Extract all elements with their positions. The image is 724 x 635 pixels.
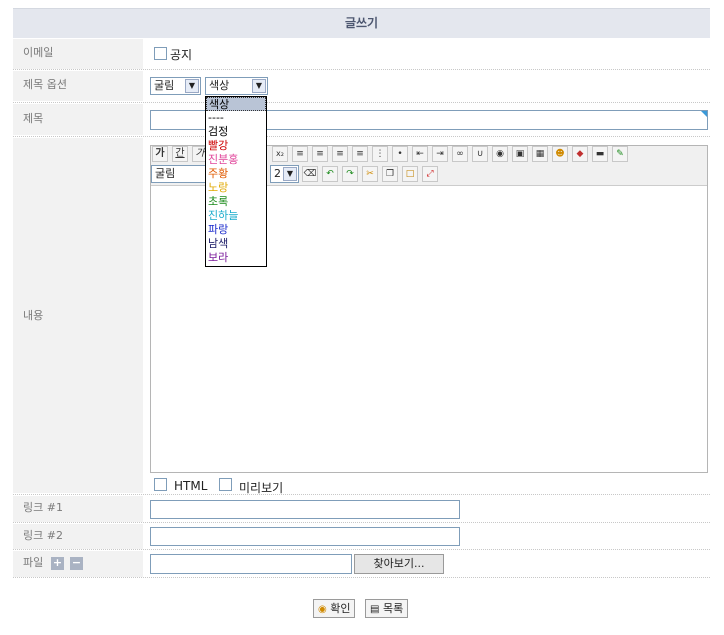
content-label: 내용 [13,138,143,493]
chevron-down-icon: ▼ [283,167,297,181]
title-font-value: 굴림 [154,79,175,92]
color-option[interactable]: 초록 [206,195,266,209]
row-divider [13,494,710,495]
horizontal-rule-icon[interactable]: ▬ [592,146,608,162]
redo-icon[interactable]: ↷ [342,166,358,182]
confirm-button[interactable]: ◉ 확인 [313,599,356,618]
title-option-label: 제목 옵션 [13,71,143,101]
subject-label: 제목 [13,104,143,135]
align-justify-icon[interactable]: ≡ [352,146,368,162]
color-option[interactable]: 색상 [206,97,266,111]
color-option[interactable]: 진하늘 [206,209,266,223]
subscript-icon[interactable]: x₂ [272,146,288,162]
link-icon[interactable]: ∞ [452,146,468,162]
color-option[interactable]: 노랑 [206,181,266,195]
eraser-icon[interactable]: ⌫ [302,166,318,182]
image-icon[interactable]: ▣ [512,146,528,162]
row-divider [13,136,710,137]
resize-corner-icon [701,111,707,117]
notice-checkbox[interactable] [154,47,167,63]
editor-size-value: 2 [274,167,281,180]
underline-button[interactable]: 간 [172,146,188,162]
link1-label: 링크 #1 [13,496,143,522]
chevron-down-icon: ▼ [185,79,199,93]
paste-icon[interactable]: □ [402,166,418,182]
color-option[interactable]: 파랑 [206,223,266,237]
color-dropdown-list: 색상 ---- 검정 빨강 진분홍 주황 노랑 초록 진하늘 파랑 남색 보라 [205,96,267,267]
table-icon[interactable]: ▦ [532,146,548,162]
list-icon: ▤ [370,604,380,615]
chevron-down-icon: ▼ [252,79,266,93]
align-left-icon[interactable]: ≡ [292,146,308,162]
editor-font-select[interactable]: 굴림 [151,165,211,183]
add-file-icon[interactable]: + [51,557,64,570]
ordered-list-icon[interactable]: ⋮ [372,146,388,162]
notice-label: 공지 [170,48,193,62]
link2-input[interactable] [150,527,460,546]
title-color-value: 색상 [209,79,230,92]
title-font-select[interactable]: 굴림 ▼ [150,77,201,95]
special-char-icon[interactable]: ◆ [572,146,588,162]
color-option[interactable]: 보라 [206,251,266,265]
email-label: 이메일 [13,39,143,69]
row-divider [13,577,710,578]
title-color-select[interactable]: 색상 ▼ [205,77,268,95]
link1-input[interactable] [150,500,460,519]
form-header: 글쓰기 [13,8,710,38]
indent-icon[interactable]: ⇥ [432,146,448,162]
row-divider [13,549,710,550]
outdent-icon[interactable]: ⇤ [412,146,428,162]
list-button[interactable]: ▤ 목록 [365,599,409,618]
emoticon-icon[interactable]: ☻ [552,146,568,162]
bold-button[interactable]: 가 [152,146,168,162]
editor-font-value: 굴림 [155,167,176,180]
row-divider [13,69,710,70]
confirm-icon: ◉ [318,604,327,615]
remove-file-icon[interactable]: − [70,557,83,570]
undo-icon[interactable]: ↶ [322,166,338,182]
unlink-icon[interactable]: ∪ [472,146,488,162]
color-option[interactable]: 주황 [206,167,266,181]
edit-pen-icon[interactable]: ✎ [612,146,628,162]
media-icon[interactable]: ◉ [492,146,508,162]
color-option[interactable]: 진분홍 [206,153,266,167]
preview-checkbox[interactable] [219,478,232,494]
align-right-icon[interactable]: ≡ [332,146,348,162]
color-option[interactable]: ---- [206,111,266,125]
color-option[interactable]: 남색 [206,237,266,251]
file-path-input[interactable] [150,554,352,574]
editor-size-select[interactable]: 2 ▼ [270,165,299,183]
html-checkbox[interactable] [154,478,167,494]
fullscreen-icon[interactable]: ⤢ [422,166,438,182]
color-option[interactable]: 빨강 [206,139,266,153]
browse-button[interactable]: 찾아보기... [354,554,444,574]
form-title: 글쓰기 [344,16,379,30]
color-option[interactable]: 검정 [206,125,266,139]
row-divider [13,102,710,103]
copy-icon[interactable]: ❐ [382,166,398,182]
unordered-list-icon[interactable]: • [392,146,408,162]
cut-icon[interactable]: ✂ [362,166,378,182]
align-center-icon[interactable]: ≡ [312,146,328,162]
html-label: HTML [174,479,208,493]
link2-label: 링크 #2 [13,524,143,549]
row-divider [13,522,710,523]
